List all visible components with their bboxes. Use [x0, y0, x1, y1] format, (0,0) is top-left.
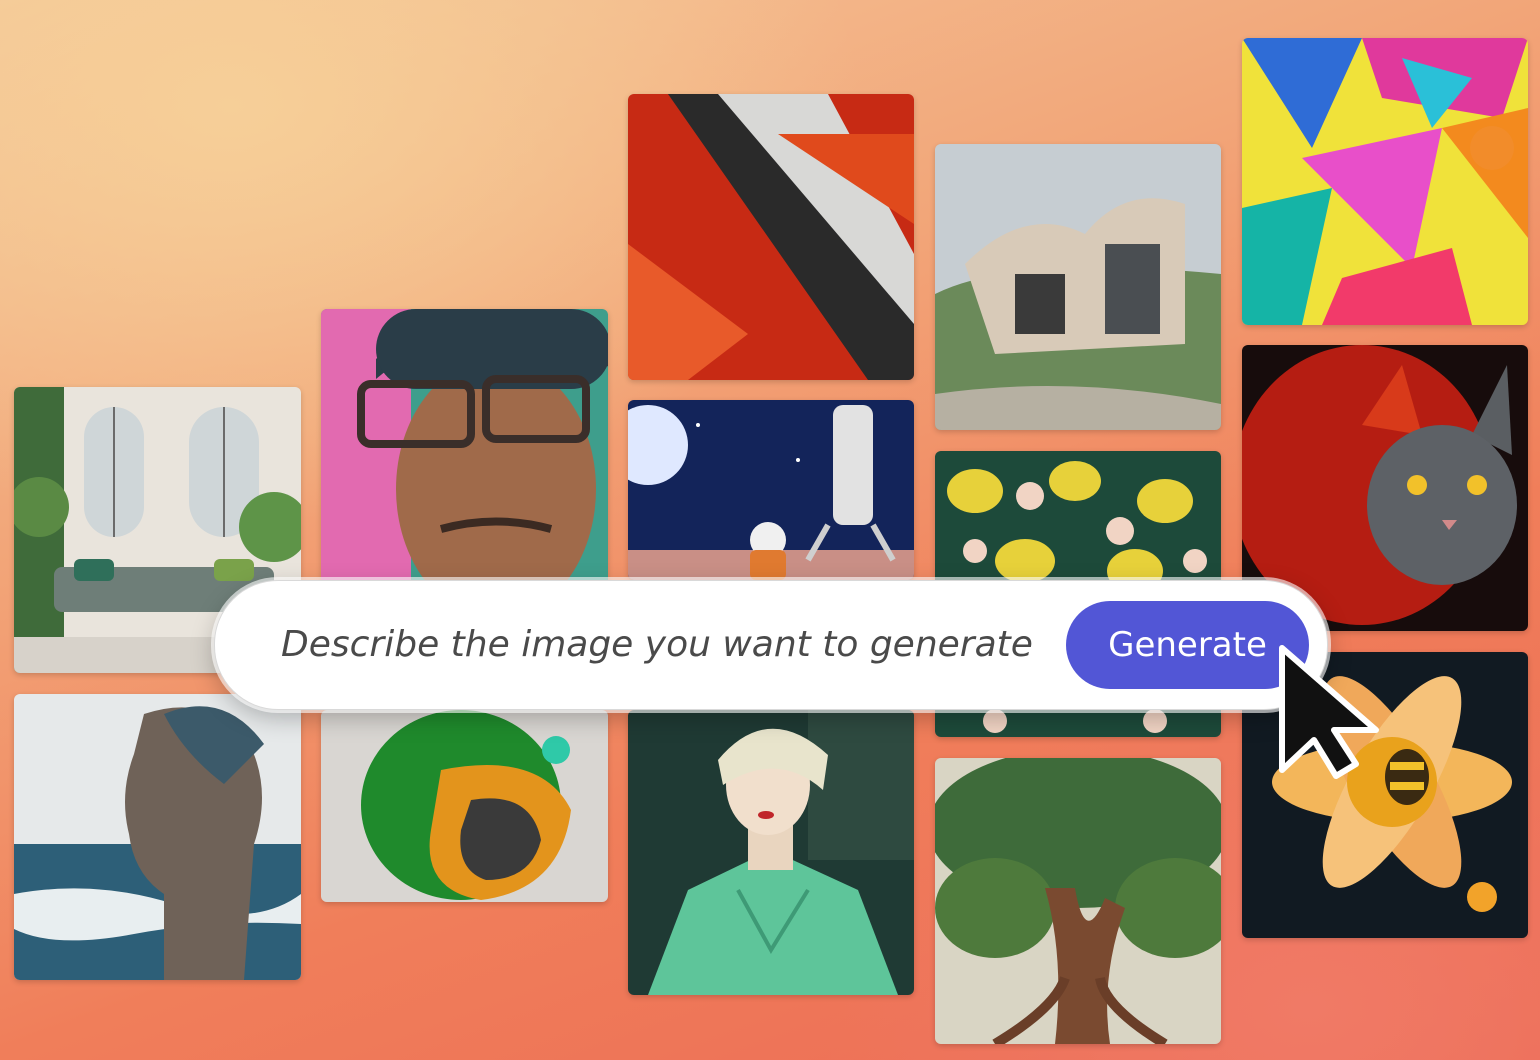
prompt-bar: Describe the image you want to generate …: [214, 580, 1328, 710]
gallery-image-portrait-man[interactable]: [321, 309, 608, 595]
gallery-image-tree[interactable]: [935, 758, 1221, 1044]
gallery-image-astronaut[interactable]: [628, 400, 914, 580]
gallery-image-3d-shape[interactable]: [321, 710, 608, 902]
gallery-image-art-deco-woman[interactable]: [628, 710, 914, 995]
gallery-image-abstract-paint[interactable]: [628, 94, 914, 380]
gallery-image-geometric[interactable]: [1242, 38, 1528, 325]
arrow-cursor-icon: [1272, 640, 1382, 780]
gallery-image-double-exposure[interactable]: [14, 694, 301, 980]
prompt-input[interactable]: Describe the image you want to generate: [281, 615, 1061, 675]
gallery-image-architecture[interactable]: [935, 144, 1221, 430]
